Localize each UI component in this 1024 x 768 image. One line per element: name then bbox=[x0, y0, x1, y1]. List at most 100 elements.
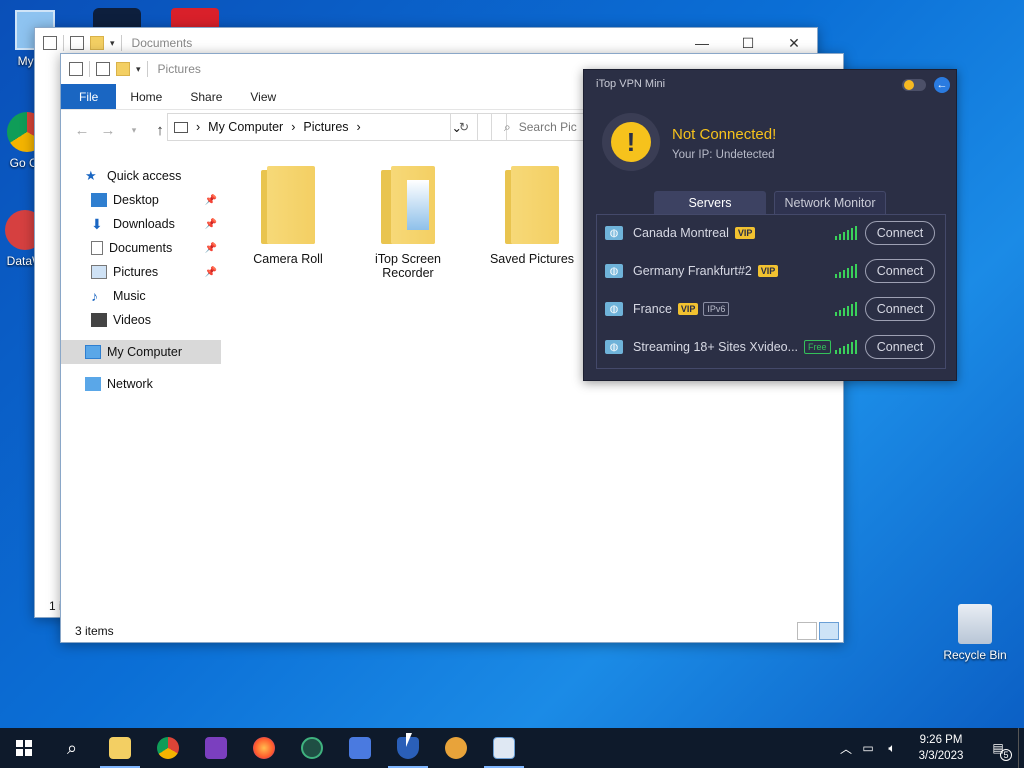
chevron-down-icon[interactable]: ▾ bbox=[136, 64, 141, 75]
server-row[interactable]: ◍ Canada Montreal VIP Connect bbox=[605, 219, 939, 247]
signal-icon bbox=[835, 340, 857, 354]
chrome-icon bbox=[157, 737, 179, 759]
nav-item-music[interactable]: ♪ Music bbox=[61, 284, 221, 308]
show-hidden-icons-button[interactable]: ︿ bbox=[836, 740, 856, 757]
separator bbox=[120, 35, 122, 51]
free-badge: Free bbox=[804, 340, 831, 354]
large-icons-view-button[interactable] bbox=[819, 622, 839, 640]
nav-item-desktop[interactable]: Desktop 📌 bbox=[61, 188, 221, 212]
properties-icon[interactable] bbox=[43, 36, 57, 50]
folder-icon[interactable] bbox=[90, 36, 104, 50]
vpn-window[interactable]: iTop VPN Mini ← ! Not Connected! Your IP… bbox=[583, 69, 957, 381]
taskbar-visual-studio[interactable] bbox=[192, 728, 240, 768]
clock[interactable]: 9:26 PM 3/3/2023 bbox=[904, 732, 978, 764]
separator bbox=[63, 35, 64, 51]
nav-item-downloads[interactable]: ⬇ Downloads 📌 bbox=[61, 212, 221, 236]
properties-icon[interactable] bbox=[69, 62, 83, 76]
folder-icon[interactable] bbox=[116, 62, 130, 76]
show-desktop-button[interactable] bbox=[1018, 728, 1024, 768]
nav-item-documents[interactable]: Documents 📌 bbox=[61, 236, 221, 260]
folder-item[interactable]: iTop Screen Recorder bbox=[363, 166, 453, 280]
details-view-button[interactable] bbox=[797, 622, 817, 640]
ribbon-tab-view[interactable]: View bbox=[236, 84, 290, 109]
server-name: Canada Montreal bbox=[633, 226, 729, 240]
server-row[interactable]: ◍ France VIP IPv6 Connect bbox=[605, 295, 939, 323]
tab-servers[interactable]: Servers bbox=[654, 191, 766, 214]
window-title: Documents bbox=[131, 36, 193, 50]
recent-locations-button[interactable]: ▾ bbox=[121, 125, 147, 136]
connect-button[interactable]: Connect bbox=[865, 297, 935, 321]
pin-icon[interactable]: 📌 bbox=[205, 267, 217, 278]
breadcrumb-pictures[interactable]: Pictures bbox=[303, 120, 348, 134]
clock-date: 3/3/2023 bbox=[918, 750, 964, 762]
checkbox-icon[interactable] bbox=[96, 62, 110, 76]
back-button[interactable]: ← bbox=[69, 122, 95, 139]
nav-item-network[interactable]: Network bbox=[61, 372, 221, 396]
warning-icon: ! bbox=[611, 122, 651, 162]
connect-button[interactable]: Connect bbox=[865, 221, 935, 245]
music-icon: ♪ bbox=[91, 288, 98, 304]
taskbar-firefox[interactable] bbox=[240, 728, 288, 768]
network-icon[interactable]: ▭ bbox=[856, 741, 880, 755]
globe-icon: ◍ bbox=[605, 340, 623, 354]
desktop-icon bbox=[91, 193, 107, 207]
folder-icon bbox=[505, 166, 559, 246]
clock-time: 9:26 PM bbox=[919, 734, 963, 746]
connect-button[interactable]: Connect bbox=[865, 259, 935, 283]
vip-badge: VIP bbox=[757, 265, 779, 277]
ip-status: Your IP: Undetected bbox=[672, 149, 775, 161]
pin-icon[interactable]: 📌 bbox=[205, 219, 217, 230]
browser-icon bbox=[445, 737, 467, 759]
server-row[interactable]: ◍ Germany Frankfurt#2 VIP Connect bbox=[605, 257, 939, 285]
network-icon bbox=[85, 377, 101, 391]
taskbar-app[interactable] bbox=[432, 728, 480, 768]
firefox-icon bbox=[253, 737, 275, 759]
action-center-button[interactable]: ▤ 5 bbox=[978, 741, 1018, 761]
server-row[interactable]: ◍ Streaming 18+ Sites Xvideo... Free Con… bbox=[605, 333, 939, 361]
volume-icon[interactable]: 🔈︎ bbox=[880, 741, 904, 756]
taskbar-app[interactable] bbox=[288, 728, 336, 768]
nav-item-my-computer[interactable]: My Computer bbox=[61, 340, 221, 364]
chevron-right-icon[interactable]: › bbox=[291, 120, 295, 134]
vpn-shield-icon[interactable] bbox=[93, 8, 141, 28]
taskbar-app[interactable] bbox=[480, 728, 528, 768]
ribbon-tab-home[interactable]: Home bbox=[116, 84, 176, 109]
taskbar-file-explorer[interactable] bbox=[96, 728, 144, 768]
chevron-down-icon[interactable]: ▾ bbox=[110, 38, 115, 49]
ribbon-tab-share[interactable]: Share bbox=[176, 84, 236, 109]
tab-network-monitor[interactable]: Network Monitor bbox=[774, 191, 886, 214]
separator bbox=[146, 61, 148, 77]
desktop-icon-recycle-bin[interactable]: Recycle Bin bbox=[940, 604, 1010, 662]
theme-toggle[interactable] bbox=[902, 79, 926, 91]
search-button[interactable]: ⌕ bbox=[48, 728, 96, 768]
signal-icon bbox=[835, 264, 857, 278]
forward-button[interactable]: → bbox=[95, 122, 121, 139]
start-button[interactable] bbox=[0, 728, 48, 768]
pin-icon[interactable]: 📌 bbox=[205, 195, 217, 206]
globe-icon: ◍ bbox=[605, 264, 623, 278]
checkbox-icon[interactable] bbox=[70, 36, 84, 50]
app-icon bbox=[301, 737, 323, 759]
chevron-right-icon[interactable]: › bbox=[196, 120, 200, 134]
signal-icon bbox=[835, 302, 857, 316]
chevron-right-icon[interactable]: › bbox=[357, 120, 361, 134]
connection-status: Not Connected! bbox=[672, 126, 777, 143]
folder-icon bbox=[261, 166, 315, 246]
taskbar-app[interactable] bbox=[336, 728, 384, 768]
expand-arrow-icon[interactable]: ← bbox=[934, 77, 950, 93]
ribbon-tab-file[interactable]: File bbox=[61, 84, 117, 109]
folder-item[interactable]: Camera Roll bbox=[243, 166, 333, 266]
nav-item-label: Videos bbox=[113, 313, 151, 327]
document-icon bbox=[91, 241, 103, 255]
connect-button[interactable]: Connect bbox=[865, 335, 935, 359]
nav-item-pictures[interactable]: Pictures 📌 bbox=[61, 260, 221, 284]
breadcrumb-my-computer[interactable]: My Computer bbox=[208, 120, 283, 134]
nav-item-quick-access[interactable]: ★ Quick access bbox=[61, 164, 221, 188]
pin-icon[interactable]: 📌 bbox=[205, 243, 217, 254]
refresh-button[interactable]: ↻ bbox=[450, 113, 478, 141]
folder-item[interactable]: Saved Pictures bbox=[487, 166, 577, 266]
server-name: Streaming 18+ Sites Xvideo... bbox=[633, 340, 799, 354]
taskbar-chrome[interactable] bbox=[144, 728, 192, 768]
app-icon[interactable] bbox=[171, 8, 219, 28]
nav-item-videos[interactable]: Videos bbox=[61, 308, 221, 332]
